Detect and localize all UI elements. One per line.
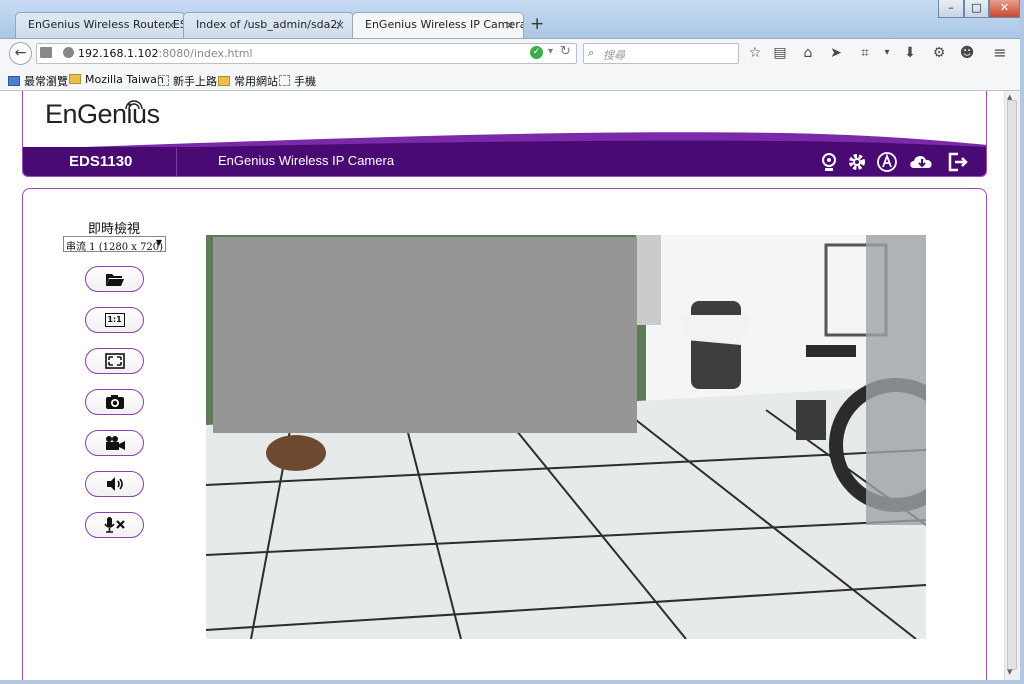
bookmark-mozilla-taiwan[interactable]: Mozilla Taiwan [69, 73, 164, 86]
web-page: EnGenius EDS1130 EnGenius Wireless IP Ca… [0, 91, 1004, 680]
bookmark-label: 新手上路 [173, 75, 217, 88]
admin-a-icon[interactable] [875, 150, 899, 174]
bookmark-common-sites[interactable]: 常用網站 [218, 73, 278, 89]
url-path: :8080/index.html [158, 47, 253, 60]
new-tab-button[interactable]: + [530, 14, 544, 34]
site-identity-icon[interactable] [40, 47, 52, 58]
speaker-icon [106, 477, 123, 491]
open-folder-button[interactable] [85, 266, 144, 292]
globe-icon [63, 47, 74, 58]
page-title: EnGenius Wireless IP Camera [218, 153, 395, 168]
bookmark-mobile[interactable]: 手機 [279, 73, 316, 89]
tab-engenius-router[interactable]: EnGenius Wireless Router ES... × [15, 12, 185, 38]
record-video-button[interactable] [85, 430, 144, 456]
live-view-heading: 即時檢視 [88, 222, 141, 237]
search-placeholder: 搜尋 [603, 49, 625, 62]
window-frame-right [1020, 0, 1024, 684]
crop-icon[interactable]: ⌗ [856, 44, 874, 62]
most-visited-icon [8, 76, 20, 86]
url-text[interactable]: 192.168.1.102:8080/index.html [78, 47, 253, 60]
one-to-one-icon: 1:1 [104, 313, 125, 327]
search-icon: ⌕ [588, 46, 595, 59]
reload-icon[interactable]: ↻ [560, 44, 571, 59]
bookmark-label: 常用網站 [234, 75, 278, 88]
dropdown-arrow-icon[interactable]: ▾ [548, 46, 553, 57]
bookmark-label: Mozilla Taiwan [85, 73, 164, 86]
folder-icon [218, 76, 230, 86]
cloud-download-icon[interactable] [907, 150, 937, 174]
close-window-button[interactable]: ✕ [989, 0, 1020, 18]
blank-page-icon [279, 75, 290, 86]
stream-select-value: 串流 1 (1280 x 720) [66, 242, 164, 253]
mic-mute-icon [103, 517, 125, 533]
logout-icon[interactable] [945, 150, 969, 174]
scrollbar-thumb[interactable] [1007, 100, 1017, 670]
window-frame-bottom [0, 680, 1024, 684]
fullscreen-button[interactable] [85, 348, 144, 374]
download-icon[interactable]: ⬇ [901, 44, 919, 62]
tab-close-icon[interactable]: × [166, 18, 176, 32]
header-swoosh [23, 132, 986, 151]
stream-select[interactable]: 串流 1 (1280 x 720) ▼ [63, 236, 166, 253]
bookmark-label: 最常瀏覽 [24, 75, 68, 88]
mic-mute-button[interactable] [85, 512, 144, 538]
webcam-icon[interactable] [817, 150, 841, 174]
tab-usb-admin-index[interactable]: Index of /usb_admin/sda2/ × [183, 12, 354, 38]
tab-label: Index of /usb_admin/sda2/ [196, 18, 342, 31]
one-to-one-button[interactable]: 1:1 [85, 307, 144, 333]
tab-label: EnGenius Wireless IP Camera [365, 18, 524, 31]
privacy-mask [213, 237, 637, 433]
wifi-arc-icon [125, 100, 143, 110]
check-icon: ✓ [530, 46, 543, 59]
folder-icon [69, 74, 81, 84]
dropdown-arrow-icon[interactable]: ▾ [878, 44, 896, 62]
tab-close-icon[interactable]: × [505, 18, 515, 32]
fullscreen-icon [104, 353, 125, 369]
record-video-icon [105, 436, 125, 450]
send-arrow-icon[interactable]: ➤ [827, 44, 845, 62]
device-model: EDS1130 [69, 153, 133, 170]
back-arrow-icon[interactable]: ← [9, 42, 32, 65]
tab-close-icon[interactable]: × [335, 18, 345, 32]
app-header: EnGenius EDS1130 EnGenius Wireless IP Ca… [22, 91, 987, 177]
header-divider [176, 148, 177, 176]
minimize-button[interactable]: – [938, 0, 964, 18]
menu-icon[interactable]: ≡ [991, 44, 1009, 62]
bookmark-star-icon[interactable]: ☆ [746, 44, 764, 62]
chevron-down-icon: ▼ [155, 238, 162, 247]
tab-ip-camera[interactable]: EnGenius Wireless IP Camera × [352, 12, 524, 38]
camera-video-feed[interactable] [206, 235, 926, 639]
addon-gear-icon[interactable]: ⚙ [930, 44, 948, 62]
settings-gear-icon[interactable] [845, 150, 869, 174]
blank-page-icon [158, 75, 169, 86]
bookmarks-list-icon[interactable]: ▤ [771, 44, 789, 62]
header-bar [23, 147, 986, 176]
url-host: 192.168.1.102 [78, 47, 159, 60]
snapshot-button[interactable] [85, 389, 144, 415]
bookmark-label: 手機 [294, 75, 316, 88]
bookmark-getting-started[interactable]: 新手上路 [158, 73, 217, 89]
maximize-button[interactable]: □ [964, 0, 989, 18]
speaker-button[interactable] [85, 471, 144, 497]
bookmark-most-visited[interactable]: 最常瀏覽 [8, 73, 68, 89]
chat-smiley-icon[interactable]: ☻ [958, 44, 976, 62]
snapshot-camera-icon [105, 395, 124, 409]
home-icon[interactable]: ⌂ [799, 44, 817, 62]
tab-label: EnGenius Wireless Router ES... [28, 18, 185, 31]
scroll-down-arrow-icon[interactable]: ▼ [1007, 668, 1012, 676]
open-folder-icon [105, 274, 124, 286]
scroll-up-arrow-icon[interactable]: ▲ [1007, 93, 1012, 101]
